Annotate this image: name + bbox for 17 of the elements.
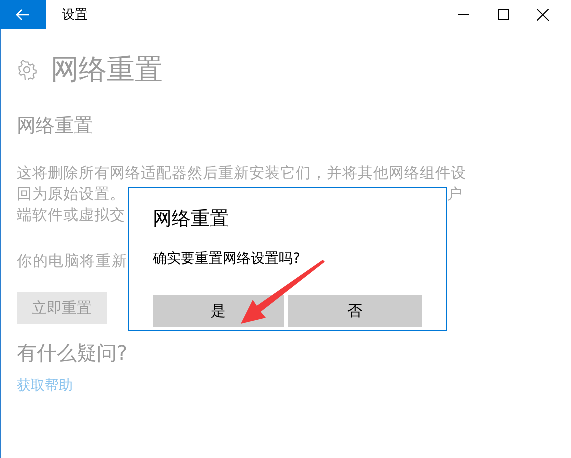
- dialog-message: 确实要重置网络设置吗?: [153, 250, 300, 268]
- restart-note: 你的电脑将重新: [17, 251, 128, 272]
- section-title: 网络重置: [17, 114, 93, 139]
- dialog-button[interactable]: 是: [153, 295, 284, 327]
- dialog-button[interactable]: 否: [288, 295, 422, 327]
- dialog-title: 网络重置: [153, 207, 229, 232]
- back-arrow-icon: [16, 8, 30, 20]
- maximize-icon: [498, 9, 508, 20]
- description-text: 端软件或虚拟交: [17, 205, 126, 226]
- close-icon: [537, 8, 549, 20]
- window-title: 设置: [62, 6, 89, 24]
- page-heading: 网络重置: [51, 52, 163, 88]
- description-text: 回为原始设置。: [17, 184, 126, 205]
- settings-icon: [17, 60, 37, 80]
- description-text: 户: [448, 184, 463, 205]
- help-heading: 有什么疑问?: [17, 340, 128, 367]
- description-text: 这将删除所有网络适配器然后重新安装它们，并将其他网络组件设: [17, 163, 466, 184]
